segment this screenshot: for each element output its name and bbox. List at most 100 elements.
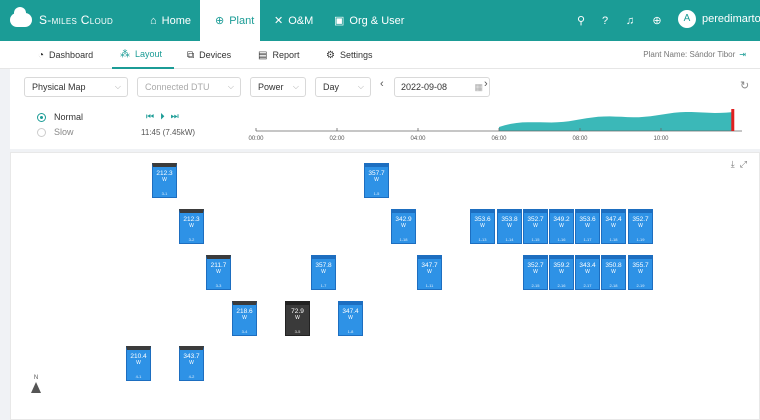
pv-module[interactable]: 347.4 W 1-18: [601, 209, 626, 244]
module-power: 355.7: [632, 262, 649, 269]
timeline-tick-label: 00:00: [248, 136, 264, 142]
layout-canvas[interactable]: ⤓ ⤢ N 212.3 W 3-1 357.7 W 1-5 212.3 W 3-2 342.9 W 1…: [10, 152, 760, 420]
tab-devices-label: Devices: [199, 50, 232, 60]
nav-om-label: O&M: [288, 14, 314, 27]
switch-plant-icon[interactable]: ⇥: [739, 50, 746, 59]
pv-module[interactable]: 212.3 W 3-1: [152, 163, 177, 198]
module-unit: W: [638, 269, 643, 275]
current-time-marker[interactable]: [731, 109, 735, 131]
power-curve: [499, 112, 733, 131]
chevron-down-icon: ⌵: [227, 82, 234, 91]
playback-time: 11:45 (7.45kW): [141, 128, 196, 137]
tab-devices[interactable]: ⧉ Devices: [187, 41, 231, 69]
pv-module[interactable]: 343.4 W 2-17: [575, 255, 600, 290]
download-icon[interactable]: ⤓: [731, 159, 735, 169]
pv-module[interactable]: 353.6 W 1-13: [470, 209, 495, 244]
prev-date-button[interactable]: ‹: [380, 78, 384, 90]
tab-report[interactable]: ▤ Report: [258, 41, 299, 69]
pv-module[interactable]: 342.9 W 1-18: [391, 209, 416, 244]
module-unit: W: [533, 223, 538, 229]
module-unit: W: [189, 360, 194, 366]
nav-om[interactable]: ✕ O&M: [274, 0, 324, 41]
play-icon[interactable]: ⏵: [160, 111, 165, 122]
nav-org-user-label: Org & User: [349, 14, 405, 27]
timeline-tick-label: 02:00: [329, 136, 345, 142]
pv-module[interactable]: 350.8 W 2-18: [601, 255, 626, 290]
skip-forward-icon[interactable]: ⏭: [171, 111, 179, 122]
module-id: 1-19: [636, 237, 645, 242]
nav-home[interactable]: ⌂ Home: [150, 0, 200, 41]
pv-module[interactable]: 352.7 W 1-15: [523, 209, 548, 244]
tab-layout[interactable]: ⁂ Layout: [112, 41, 174, 69]
module-id: 2-15: [531, 283, 540, 288]
module-id: 1-15: [531, 237, 540, 242]
avatar: A: [678, 10, 696, 28]
devices-icon: ⧉: [187, 49, 195, 61]
module-id: 1-17: [583, 237, 592, 242]
pv-module[interactable]: 349.2 W 1-16: [549, 209, 574, 244]
pv-module[interactable]: 343.7 W 4-2: [179, 346, 204, 381]
module-unit: W: [242, 315, 247, 321]
module-power: 353.8: [501, 216, 518, 223]
dtu-select[interactable]: Connected DTU ⌵: [137, 77, 241, 97]
metric-select[interactable]: Power ⌵: [250, 77, 306, 97]
pv-module[interactable]: 218.6 W 3-4: [232, 301, 257, 336]
nav-plant[interactable]: ⊕ Plant: [200, 0, 260, 41]
speed-slow-radio[interactable]: Slow: [37, 127, 74, 137]
timeline-tick-label: 06:00: [491, 136, 507, 142]
search-icon[interactable]: ⚲: [574, 14, 588, 28]
next-date-button[interactable]: ›: [484, 78, 488, 90]
controls-panel: Physical Map ⌵ Connected DTU ⌵ Power ⌵ Day ⌵…: [10, 69, 760, 149]
module-power: 352.7: [527, 216, 544, 223]
pv-module[interactable]: 353.6 W 1-17: [575, 209, 600, 244]
pv-module[interactable]: 355.7 W 2-19: [628, 255, 653, 290]
pv-module[interactable]: 210.4 W 4-1: [126, 346, 151, 381]
nav-org-user[interactable]: ▣ Org & User: [334, 0, 414, 41]
user-menu[interactable]: A peredimarton@: [678, 10, 760, 28]
bell-icon[interactable]: ♫: [623, 14, 637, 28]
chevron-down-icon: ⌵: [357, 82, 364, 91]
pv-module[interactable]: 357.8 W 1-7: [311, 255, 336, 290]
pv-module[interactable]: 347.4 W 1-8: [338, 301, 363, 336]
pv-module[interactable]: 347.7 W 1-11: [417, 255, 442, 290]
date-value: 2022-09-08: [401, 82, 448, 92]
module-id: 2-17: [583, 283, 592, 288]
module-power: 343.7: [183, 353, 200, 360]
pv-module[interactable]: 72.9 W 3-5: [285, 301, 310, 336]
module-power: 212.3: [183, 216, 200, 223]
pv-module[interactable]: 353.8 W 1-14: [497, 209, 522, 244]
refresh-icon[interactable]: ↻: [740, 79, 749, 92]
module-power: 210.4: [130, 353, 147, 360]
module-power: 352.7: [632, 216, 649, 223]
tab-settings[interactable]: ⚙ Settings: [326, 41, 373, 69]
chevron-down-icon: ⌵: [114, 82, 121, 91]
power-timeline[interactable]: 00:00 02:00 04:00 06:00 08:00 10:00: [246, 107, 746, 145]
timeline-tick-label: 08:00: [572, 136, 588, 142]
pv-module[interactable]: 357.7 W 1-5: [364, 163, 389, 198]
playback-controls: ⏮ ⏵ ⏭: [146, 111, 185, 122]
tab-dashboard[interactable]: ◔ Dashboard: [38, 41, 93, 69]
help-icon[interactable]: ?: [598, 14, 612, 28]
period-select[interactable]: Day ⌵: [315, 77, 371, 97]
pv-module[interactable]: 352.7 W 1-19: [628, 209, 653, 244]
pv-module[interactable]: 211.7 W 3-3: [206, 255, 231, 290]
map-type-value: Physical Map: [32, 82, 86, 92]
module-id: 2-18: [609, 283, 618, 288]
pv-module[interactable]: 359.2 W 2-16: [549, 255, 574, 290]
pv-module[interactable]: 212.3 W 3-2: [179, 209, 204, 244]
calendar-icon: ▦: [474, 82, 483, 92]
app-logo[interactable]: S-miles Cloud: [10, 7, 113, 31]
timeline-tick-label: 10:00: [653, 136, 669, 142]
module-id: 1-7: [320, 283, 327, 288]
tab-layout-label: Layout: [135, 49, 163, 59]
skip-back-icon[interactable]: ⏮: [146, 111, 154, 122]
language-icon[interactable]: ⊕: [650, 14, 664, 28]
module-power: 357.8: [315, 262, 332, 269]
fullscreen-icon[interactable]: ⤢: [740, 159, 747, 169]
module-power: 211.7: [210, 262, 227, 269]
map-type-select[interactable]: Physical Map ⌵: [24, 77, 128, 97]
date-picker[interactable]: 2022-09-08 ▦: [394, 77, 490, 97]
module-unit: W: [374, 177, 379, 183]
pv-module[interactable]: 352.7 W 2-15: [523, 255, 548, 290]
speed-normal-radio[interactable]: Normal: [37, 112, 83, 122]
